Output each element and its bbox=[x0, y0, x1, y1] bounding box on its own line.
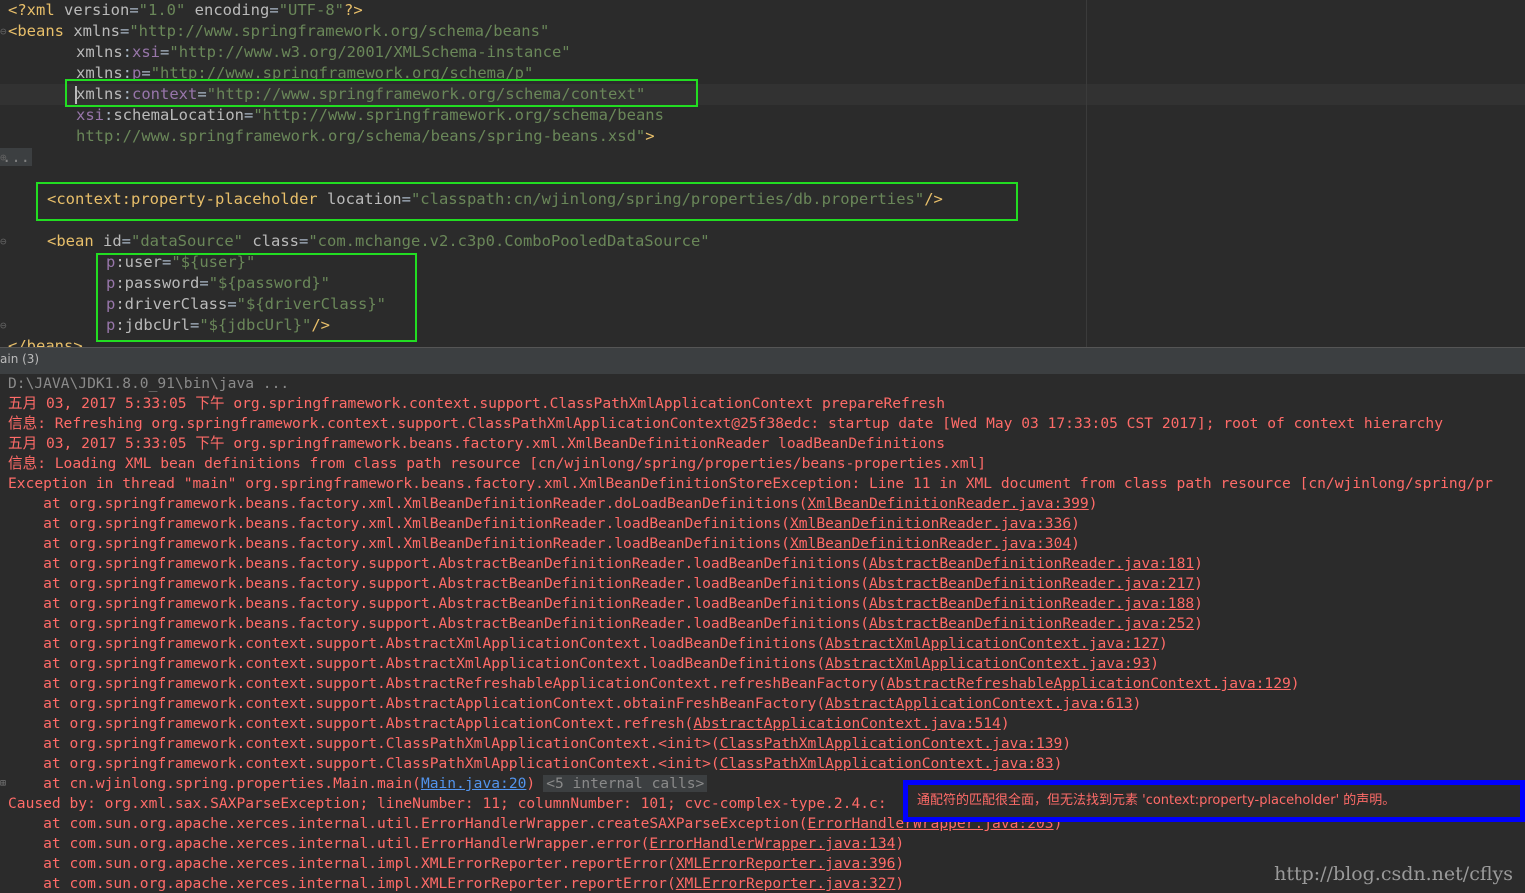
stack-frame-link[interactable]: XmlBeanDefinitionReader.java:336 bbox=[790, 515, 1071, 532]
console-exception-line: Exception in thread "main" org.springfra… bbox=[8, 475, 1493, 492]
fold-marker-icon[interactable]: ⊖ bbox=[0, 26, 8, 37]
stack-frame-link[interactable]: XMLErrorReporter.java:396 bbox=[676, 855, 896, 872]
stack-frame: at org.springframework.context.support.A… bbox=[8, 675, 1300, 692]
code-line-7[interactable]: http://www.springframework.org/schema/be… bbox=[76, 126, 655, 147]
stack-frame-link[interactable]: AbstractXmlApplicationContext.java:93 bbox=[825, 655, 1150, 672]
code-line-6[interactable]: xsi:schemaLocation="http://www.springfra… bbox=[76, 105, 664, 126]
stack-frame: at org.springframework.beans.factory.xml… bbox=[8, 495, 1098, 512]
stack-frame-link[interactable]: XmlBeanDefinitionReader.java:399 bbox=[808, 495, 1089, 512]
stack-frame-link[interactable]: ErrorHandlerWrapper.java:134 bbox=[649, 835, 895, 852]
code-line-15[interactable]: p:jdbcUrl="${jdbcUrl}"/> bbox=[106, 315, 330, 336]
stack-frame-link[interactable]: AbstractRefreshableApplicationContext.ja… bbox=[887, 675, 1291, 692]
stack-frame-link[interactable]: AbstractBeanDefinitionReader.java:181 bbox=[869, 555, 1194, 572]
stack-frame: at org.springframework.beans.factory.xml… bbox=[8, 515, 1080, 532]
console-log-line: 五月 03, 2017 5:33:05 下午 org.springframewo… bbox=[8, 395, 945, 412]
stack-frame: at org.springframework.context.support.C… bbox=[8, 735, 1072, 752]
watermark: http://blog.csdn.net/cflys bbox=[1274, 863, 1513, 885]
stack-frame-link[interactable]: ClassPathXmlApplicationContext.java:139 bbox=[720, 735, 1063, 752]
stack-frame-link[interactable]: AbstractApplicationContext.java:514 bbox=[693, 715, 1001, 732]
stack-frame: at org.springframework.beans.factory.xml… bbox=[8, 535, 1080, 552]
stack-frame-link[interactable]: AbstractBeanDefinitionReader.java:217 bbox=[869, 575, 1194, 592]
fold-marker-icon[interactable]: ⊕ bbox=[0, 152, 8, 163]
text-caret bbox=[75, 86, 77, 104]
code-line-11[interactable]: <bean id="dataSource" class="com.mchange… bbox=[47, 231, 710, 252]
main-java-link[interactable]: Main.java:20 bbox=[421, 775, 526, 792]
stack-frame: at com.sun.org.apache.xerces.internal.ut… bbox=[8, 835, 905, 852]
stack-frame-link[interactable]: AbstractBeanDefinitionReader.java:252 bbox=[869, 615, 1194, 632]
code-line-16[interactable]: </beans> bbox=[8, 336, 83, 347]
console-caused-by-line: Caused by: org.xml.sax.SAXParseException… bbox=[8, 795, 887, 812]
console-log-line: 五月 03, 2017 5:33:05 下午 org.springframewo… bbox=[8, 435, 945, 452]
stack-frame-link[interactable]: AbstractXmlApplicationContext.java:127 bbox=[825, 635, 1159, 652]
run-tool-window-header[interactable]: ain (3) bbox=[0, 347, 1525, 375]
error-annotation-box: 通配符的匹配很全面，但无法找到元素 'context:property-plac… bbox=[903, 780, 1525, 822]
stack-frame-main: at cn.wjinlong.spring.properties.Main.ma… bbox=[8, 774, 708, 794]
code-line-1[interactable]: <?xml version="1.0" encoding="UTF-8"?> bbox=[8, 0, 363, 21]
code-line-3[interactable]: xmlns:xsi="http://www.w3.org/2001/XMLSch… bbox=[76, 42, 571, 63]
stack-frame: at com.sun.org.apache.xerces.internal.im… bbox=[8, 855, 905, 872]
stack-frame: at org.springframework.beans.factory.sup… bbox=[8, 555, 1203, 572]
stack-frame-link[interactable]: XMLErrorReporter.java:327 bbox=[676, 875, 896, 892]
code-line-12[interactable]: p:user="${user}" bbox=[106, 252, 255, 273]
xml-editor[interactable]: <?xml version="1.0" encoding="UTF-8"?> <… bbox=[0, 0, 1525, 347]
run-config-title[interactable]: ain (3) bbox=[0, 352, 39, 366]
stack-frame-link[interactable]: ClassPathXmlApplicationContext.java:83 bbox=[720, 755, 1054, 772]
console-command-line: D:\JAVA\JDK1.8.0_91\bin\java ... bbox=[8, 375, 290, 392]
stack-frame-link[interactable]: XmlBeanDefinitionReader.java:304 bbox=[790, 535, 1071, 552]
console-log-line: 信息: Loading XML bean definitions from cl… bbox=[8, 455, 987, 472]
stack-frame: at org.springframework.context.support.A… bbox=[8, 655, 1160, 672]
stack-frame: at org.springframework.beans.factory.sup… bbox=[8, 615, 1203, 632]
code-line-9[interactable]: <context:property-placeholder location="… bbox=[47, 189, 943, 210]
code-line-13[interactable]: p:password="${password}" bbox=[106, 273, 330, 294]
code-line-14[interactable]: p:driverClass="${driverClass}" bbox=[106, 294, 386, 315]
stack-frame-link[interactable]: AbstractBeanDefinitionReader.java:188 bbox=[869, 595, 1194, 612]
stack-frame: at org.springframework.context.support.A… bbox=[8, 635, 1168, 652]
stack-frame: at org.springframework.beans.factory.sup… bbox=[8, 595, 1203, 612]
stack-frame-link[interactable]: AbstractApplicationContext.java:613 bbox=[825, 695, 1133, 712]
fold-marker-icon[interactable]: ⊖ bbox=[0, 320, 8, 331]
code-line-4[interactable]: xmlns:p="http://www.springframework.org/… bbox=[76, 63, 533, 84]
stack-frame: at org.springframework.beans.factory.sup… bbox=[8, 575, 1203, 592]
stack-frame: at com.sun.org.apache.xerces.internal.im… bbox=[8, 875, 905, 892]
code-line-2[interactable]: <beans xmlns="http://www.springframework… bbox=[8, 21, 549, 42]
console-log-line: 信息: Refreshing org.springframework.conte… bbox=[8, 415, 1443, 432]
stack-frame: at org.springframework.context.support.A… bbox=[8, 715, 1010, 732]
stack-frame: at org.springframework.context.support.A… bbox=[8, 695, 1142, 712]
stack-frame: at org.springframework.context.support.C… bbox=[8, 755, 1063, 772]
code-line-5[interactable]: xmlns:context="http://www.springframewor… bbox=[76, 84, 645, 105]
right-margin-guide bbox=[1086, 0, 1087, 347]
internal-calls-fold[interactable]: <5 internal calls> bbox=[543, 775, 708, 792]
fold-marker-icon[interactable]: ⊖ bbox=[0, 236, 8, 247]
